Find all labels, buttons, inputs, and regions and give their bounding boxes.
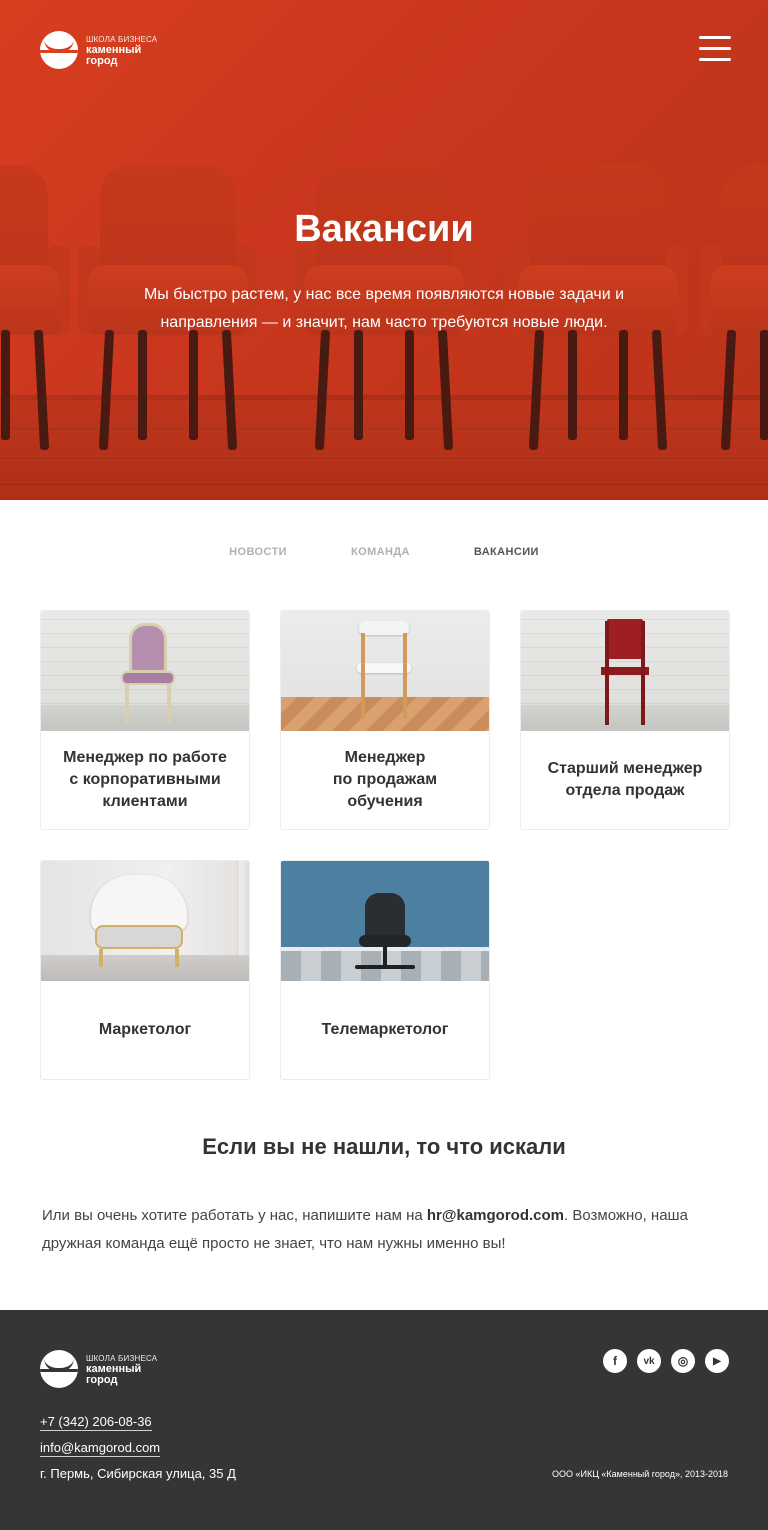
vacancy-title: Маркетолог: [98, 1021, 192, 1038]
hr-email-link[interactable]: hr@kamgorod.com: [427, 1207, 564, 1224]
footer-phone-link[interactable]: +7 (342) 206-08-36: [40, 1414, 152, 1431]
vacancy-title: Менеджер по работе с корпоративными клие…: [63, 749, 227, 810]
antique-purple-chair-image: [41, 611, 249, 731]
instagram-icon[interactable]: ◎: [671, 1349, 695, 1373]
vacancy-card[interactable]: Маркетолог: [40, 860, 250, 1080]
vk-icon[interactable]: vk: [637, 1349, 661, 1373]
hero-banner: ШКОЛА БИЗНЕСА каменный город Вакансии Мы…: [0, 0, 768, 500]
youtube-icon[interactable]: ▶: [705, 1349, 729, 1373]
office-chair-image: [281, 861, 489, 981]
red-chair-image: [521, 611, 729, 731]
menu-icon[interactable]: [699, 36, 731, 62]
logo-text: ШКОЛА БИЗНЕСА каменный город: [86, 1353, 157, 1386]
logo-text: ШКОЛА БИЗНЕСА каменный город: [86, 34, 157, 67]
facebook-icon[interactable]: f: [603, 1349, 627, 1373]
footer-email-link[interactable]: info@kamgorod.com: [40, 1440, 161, 1457]
not-found-text-before: Или вы очень хотите работать у нас, напи…: [42, 1207, 427, 1224]
logo-icon: [40, 31, 78, 69]
not-found-text: Или вы очень хотите работать у нас, напи…: [42, 1202, 732, 1258]
vacancy-card[interactable]: Менеджер по работе с корпоративными клие…: [40, 610, 250, 830]
white-armchair-image: [41, 861, 249, 981]
tab-team[interactable]: КОМАНДА: [351, 546, 410, 558]
section-tabs: НОВОСТИ КОМАНДА ВАКАНСИИ: [0, 546, 768, 558]
vacancy-title: Телемаркетолог: [321, 1021, 449, 1038]
logo-line2: город: [86, 1373, 118, 1386]
tab-vacancies[interactable]: ВАКАНСИИ: [474, 546, 539, 558]
logo-line1: каменный: [86, 1362, 142, 1375]
footer-address: г. Пермь, Сибирская улица, 35 Д: [40, 1466, 236, 1481]
not-found-title: Если вы не нашли, то что искали: [202, 1134, 566, 1159]
vacancy-title: Старший менеджер отдела продаж: [547, 760, 703, 799]
logo-icon: [40, 1350, 78, 1388]
header-logo[interactable]: ШКОЛА БИЗНЕСА каменный город: [40, 31, 157, 69]
logo-line1: каменный: [86, 43, 142, 56]
tab-news[interactable]: НОВОСТИ: [229, 546, 287, 558]
vacancy-card[interactable]: Телемаркетолог: [280, 860, 490, 1080]
white-wooden-chair-image: [281, 611, 489, 731]
page-title: Вакансии: [294, 208, 474, 250]
vacancy-card[interactable]: Менеджер по продажам обучения: [280, 610, 490, 830]
footer-logo[interactable]: ШКОЛА БИЗНЕСА каменный город: [40, 1350, 157, 1388]
vacancy-card[interactable]: Старший менеджер отдела продаж: [520, 610, 730, 830]
logo-small-text: ШКОЛА БИЗНЕСА: [86, 34, 158, 44]
vacancy-title: Менеджер по продажам обучения: [332, 749, 438, 810]
logo-line2: город: [86, 54, 118, 67]
hero-subtitle: Мы быстро растем, у нас все время появля…: [143, 286, 625, 331]
logo-small-text: ШКОЛА БИЗНЕСА: [86, 1353, 158, 1363]
social-links: f vk ◎ ▶: [603, 1349, 729, 1373]
copyright: ООО «ИКЦ «Каменный город», 2013-2018: [552, 1469, 728, 1479]
